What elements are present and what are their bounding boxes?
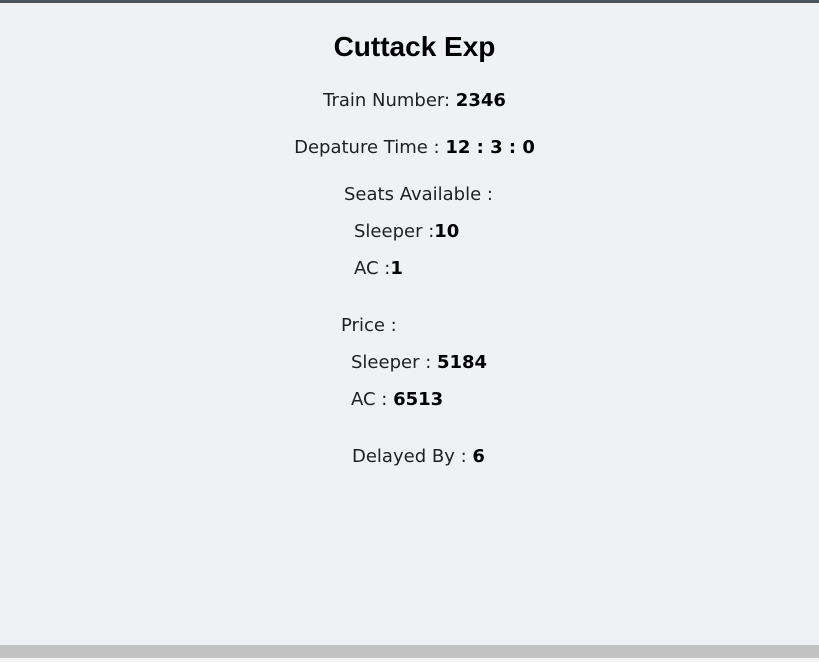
train-number-label: Train Number:	[323, 90, 456, 111]
seats-sleeper-row: Sleeper :10	[354, 221, 459, 242]
departure-time-row: Depature Time : 12 : 3 : 0	[0, 137, 819, 158]
price-ac-label: AC :	[351, 389, 394, 410]
delayed-by-row: Delayed By : 6	[352, 446, 485, 467]
train-number-row: Train Number: 2346	[0, 90, 819, 111]
window-bottom-edge	[0, 658, 819, 662]
price-sleeper-value: 5184	[436, 352, 488, 373]
price-ac-row: AC : 6513	[351, 389, 443, 410]
train-name-title: Cuttack Exp	[333, 31, 496, 62]
price-heading: Price :	[341, 315, 397, 336]
seats-available-heading: Seats Available :	[344, 184, 493, 205]
seats-ac-value: 1	[390, 258, 403, 279]
delayed-by-label: Delayed By :	[352, 446, 473, 467]
seats-ac-label: AC :	[354, 258, 391, 279]
price-sleeper-row: Sleeper : 5184	[351, 352, 487, 373]
horizontal-scrollbar[interactable]	[0, 645, 819, 658]
price-ac-value: 6513	[393, 389, 444, 410]
price-sleeper-label: Sleeper :	[351, 352, 437, 373]
seats-ac-row: AC :1	[354, 258, 403, 279]
seats-sleeper-label: Sleeper :	[354, 221, 435, 242]
delayed-by-value: 6	[472, 446, 485, 467]
departure-time-value: 12 : 3 : 0	[445, 137, 535, 158]
window-top-border	[0, 0, 819, 3]
train-number-value: 2346	[455, 90, 506, 111]
departure-time-label: Depature Time :	[294, 137, 446, 158]
seats-sleeper-value: 10	[434, 221, 460, 242]
